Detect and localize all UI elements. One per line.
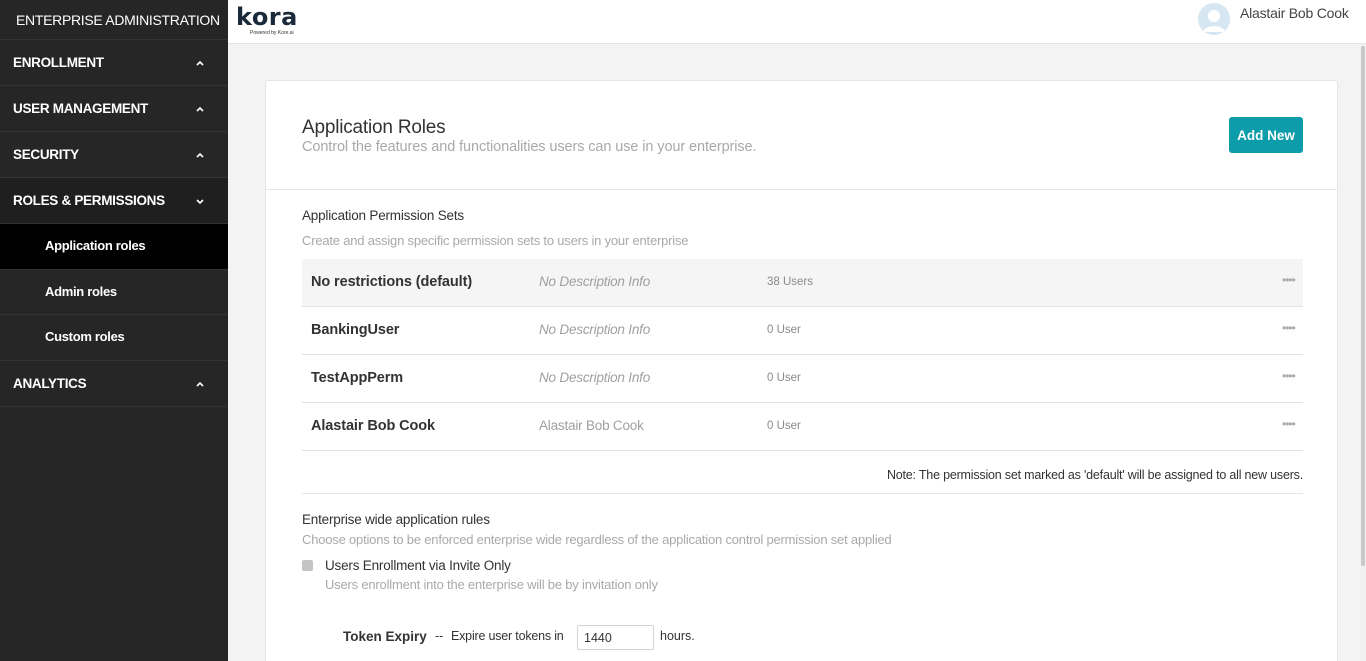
sidebar-section-enrollment[interactable]: ENROLLMENT xyxy=(0,40,228,86)
page-title: Application Roles xyxy=(302,117,446,138)
sidebar-section-label: ENROLLMENT xyxy=(13,55,104,70)
token-expiry-unit: hours. xyxy=(660,629,695,643)
more-options-icon[interactable]: •••• xyxy=(1282,273,1296,287)
top-bar: kora Powered by Kore.ai Alastair Bob Coo… xyxy=(228,0,1366,44)
permission-set-name: TestAppPerm xyxy=(311,370,404,386)
scrollbar-thumb[interactable] xyxy=(1361,46,1365,566)
user-avatar-icon[interactable] xyxy=(1198,3,1230,35)
invite-only-description: Users enrollment into the enterprise wil… xyxy=(325,577,658,592)
chevron-up-icon xyxy=(194,103,206,115)
permission-set-description: No Description Info xyxy=(539,274,651,289)
permission-sets-subtitle: Create and assign specific permission se… xyxy=(302,233,689,248)
logo-text: kora xyxy=(236,3,298,31)
token-expiry-input[interactable] xyxy=(577,625,654,650)
logo-subtext: Powered by Kore.ai xyxy=(250,30,294,36)
permission-set-name: No restrictions (default) xyxy=(311,274,473,290)
sidebar-section-label: ANALYTICS xyxy=(13,375,87,391)
kora-logo[interactable]: kora Powered by Kore.ai xyxy=(236,4,316,38)
sidebar-section-roles-permissions[interactable]: ROLES & PERMISSIONS xyxy=(0,178,228,224)
sidebar-section-user-management[interactable]: USER MANAGEMENT xyxy=(0,86,228,132)
sidebar-section-analytics[interactable]: ANALYTICS xyxy=(0,361,228,407)
permission-set-description: No Description Info xyxy=(539,370,651,385)
sidebar-section-label: ROLES & PERMISSIONS xyxy=(13,193,165,208)
chevron-up-icon xyxy=(194,57,206,69)
permission-sets-title: Application Permission Sets xyxy=(302,208,464,223)
permission-sets-table: No restrictions (default) No Description… xyxy=(302,259,1303,451)
invite-only-checkbox[interactable] xyxy=(302,560,313,571)
divider xyxy=(302,493,1303,494)
table-row[interactable]: Alastair Bob Cook Alastair Bob Cook 0 Us… xyxy=(302,403,1303,451)
more-options-icon[interactable]: •••• xyxy=(1282,321,1296,335)
table-row[interactable]: TestAppPerm No Description Info 0 User •… xyxy=(302,355,1303,403)
chevron-down-icon xyxy=(194,195,206,207)
permission-set-user-count: 0 User xyxy=(767,324,801,336)
application-roles-card: Application Roles Control the features a… xyxy=(265,80,1338,661)
more-options-icon[interactable]: •••• xyxy=(1282,369,1296,383)
sidebar-section-label: USER MANAGEMENT xyxy=(13,101,149,116)
table-row[interactable]: BankingUser No Description Info 0 User •… xyxy=(302,307,1303,355)
default-note: Note: The permission set marked as 'defa… xyxy=(886,468,1303,482)
add-new-button[interactable]: Add New xyxy=(1229,117,1303,153)
permission-set-user-count: 0 User xyxy=(767,372,801,384)
sidebar-header: ENTERPRISE ADMINISTRATION xyxy=(0,0,228,40)
permission-set-user-count: 38 Users xyxy=(767,276,814,288)
more-options-icon[interactable]: •••• xyxy=(1282,417,1296,431)
permission-set-description: No Description Info xyxy=(539,322,651,337)
sidebar-section-security[interactable]: SECURITY xyxy=(0,132,228,178)
chevron-up-icon xyxy=(194,378,206,390)
sidebar-item-label: Application roles xyxy=(45,238,146,253)
sidebar-section-label: SECURITY xyxy=(13,147,79,162)
token-expiry-label: Token Expiry xyxy=(343,629,427,644)
permission-set-name: Alastair Bob Cook xyxy=(311,418,435,434)
sidebar-item-custom-roles[interactable]: Custom roles xyxy=(0,315,228,361)
permission-set-user-count: 0 User xyxy=(767,420,801,432)
table-row[interactable]: No restrictions (default) No Description… xyxy=(302,259,1303,307)
page-subtitle: Control the features and functionalities… xyxy=(302,139,757,155)
rules-subtitle: Choose options to be enforced enterprise… xyxy=(302,532,892,547)
invite-only-label[interactable]: Users Enrollment via Invite Only xyxy=(325,558,511,573)
token-expiry-text: Expire user tokens in xyxy=(451,629,564,643)
permission-set-description: Alastair Bob Cook xyxy=(539,418,644,433)
sidebar-item-application-roles[interactable]: Application roles xyxy=(0,224,228,270)
sidebar-item-label: Admin roles xyxy=(45,283,117,299)
sidebar-item-label: Custom roles xyxy=(45,329,125,344)
card-header: Application Roles Control the features a… xyxy=(266,81,1337,190)
sidebar: ENTERPRISE ADMINISTRATION ENROLLMENT USE… xyxy=(0,0,228,661)
user-name[interactable]: Alastair Bob Cook xyxy=(1240,5,1349,21)
permission-set-name: BankingUser xyxy=(311,322,400,338)
chevron-up-icon xyxy=(194,149,206,161)
token-expiry-separator: -- xyxy=(435,629,444,643)
rules-title: Enterprise wide application rules xyxy=(302,512,490,527)
sidebar-item-admin-roles[interactable]: Admin roles xyxy=(0,270,228,315)
